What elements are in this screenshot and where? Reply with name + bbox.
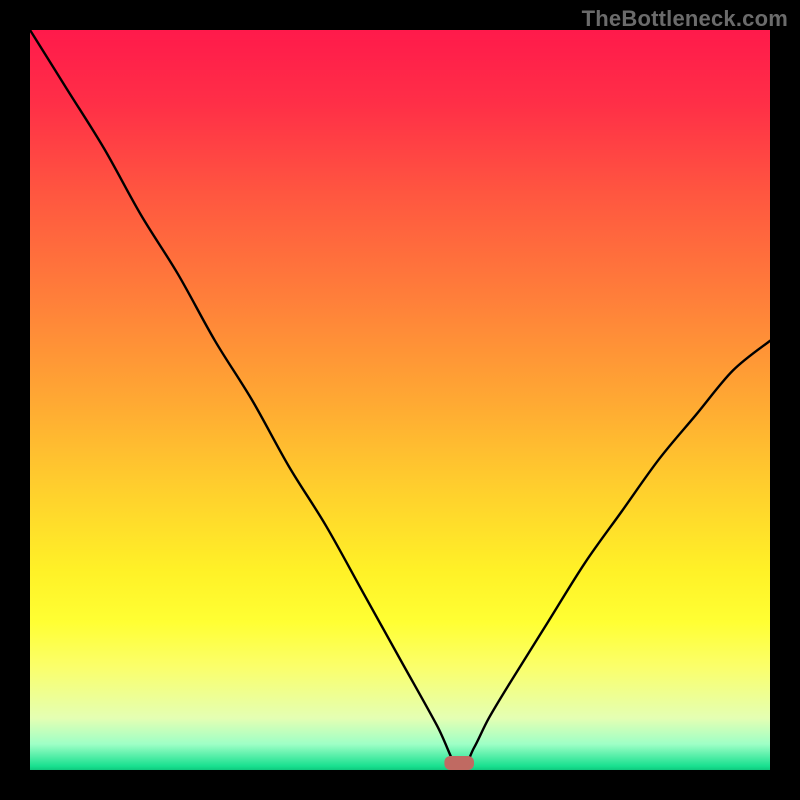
bottleneck-chart: [30, 30, 770, 770]
plot-area: [30, 30, 770, 770]
chart-frame: TheBottleneck.com: [0, 0, 800, 800]
optimal-marker: [444, 756, 474, 770]
watermark-text: TheBottleneck.com: [582, 6, 788, 32]
